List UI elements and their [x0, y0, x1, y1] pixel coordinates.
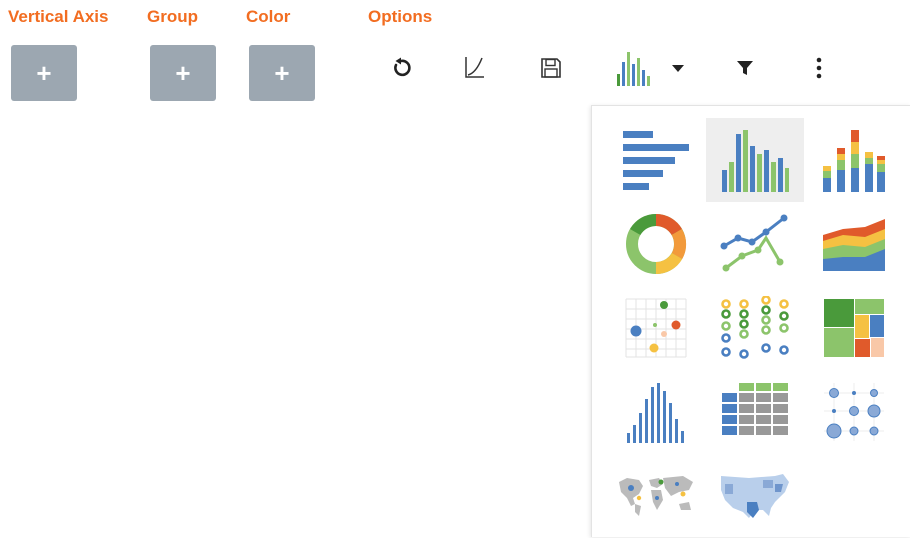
chart-type-stacked-bar[interactable]	[805, 118, 903, 202]
chart-type-histogram[interactable]	[607, 370, 705, 454]
chart-type-scatter[interactable]	[607, 286, 705, 370]
scatter-plot-icon	[625, 298, 687, 358]
dot-plot-icon	[721, 296, 789, 359]
chart-type-donut[interactable]	[607, 202, 705, 286]
filter-icon	[737, 61, 753, 75]
chart-type-treemap[interactable]	[805, 286, 903, 370]
plus-icon: +	[175, 57, 191, 88]
save-icon	[541, 58, 561, 78]
plus-icon: +	[36, 57, 52, 88]
vertical-bar-chart-icon	[722, 130, 789, 192]
more-vertical-icon	[816, 57, 822, 79]
add-vertical-axis-button[interactable]: +	[11, 45, 77, 101]
area-chart-icon	[823, 219, 885, 271]
chart-type-dropdown[interactable]	[610, 50, 690, 86]
world-map-icon	[619, 476, 693, 516]
chart-type-world-map[interactable]	[607, 454, 705, 538]
histogram-icon	[627, 383, 684, 443]
us-map-icon	[721, 474, 789, 518]
options-label: Options	[368, 7, 433, 26]
chart-type-line[interactable]	[706, 202, 804, 286]
chart-type-table[interactable]	[706, 370, 804, 454]
plus-icon: +	[274, 57, 290, 88]
color-label: Color	[246, 7, 291, 26]
group-label: Group	[147, 7, 198, 26]
line-chart-icon	[720, 214, 788, 272]
bubble-grid-icon	[824, 383, 884, 441]
curve-icon	[465, 57, 484, 78]
filter-button[interactable]	[730, 50, 760, 86]
chart-type-menu	[591, 105, 910, 537]
curve-button[interactable]	[459, 50, 489, 86]
save-button[interactable]	[536, 50, 566, 86]
table-icon	[722, 383, 788, 435]
chart-type-dot-grid[interactable]	[706, 286, 804, 370]
chevron-down-icon	[672, 65, 684, 72]
treemap-icon	[824, 299, 884, 357]
horizontal-bar-chart-icon	[623, 131, 689, 190]
donut-chart-icon	[626, 213, 687, 275]
chart-type-area[interactable]	[805, 202, 903, 286]
add-group-button[interactable]: +	[150, 45, 216, 101]
chart-type-horizontal-bar[interactable]	[607, 118, 705, 202]
chart-type-bubble-grid[interactable]	[805, 370, 903, 454]
undo-icon	[394, 57, 411, 77]
stacked-bar-chart-icon	[823, 130, 885, 192]
chart-type-vertical-bar[interactable]	[706, 118, 804, 202]
undo-button[interactable]	[386, 50, 416, 86]
vertical-axis-label: Vertical Axis	[8, 7, 109, 26]
chart-type-icon	[617, 52, 650, 86]
chart-type-us-map[interactable]	[706, 454, 804, 538]
more-options-button[interactable]	[806, 50, 832, 86]
add-color-button[interactable]: +	[249, 45, 315, 101]
